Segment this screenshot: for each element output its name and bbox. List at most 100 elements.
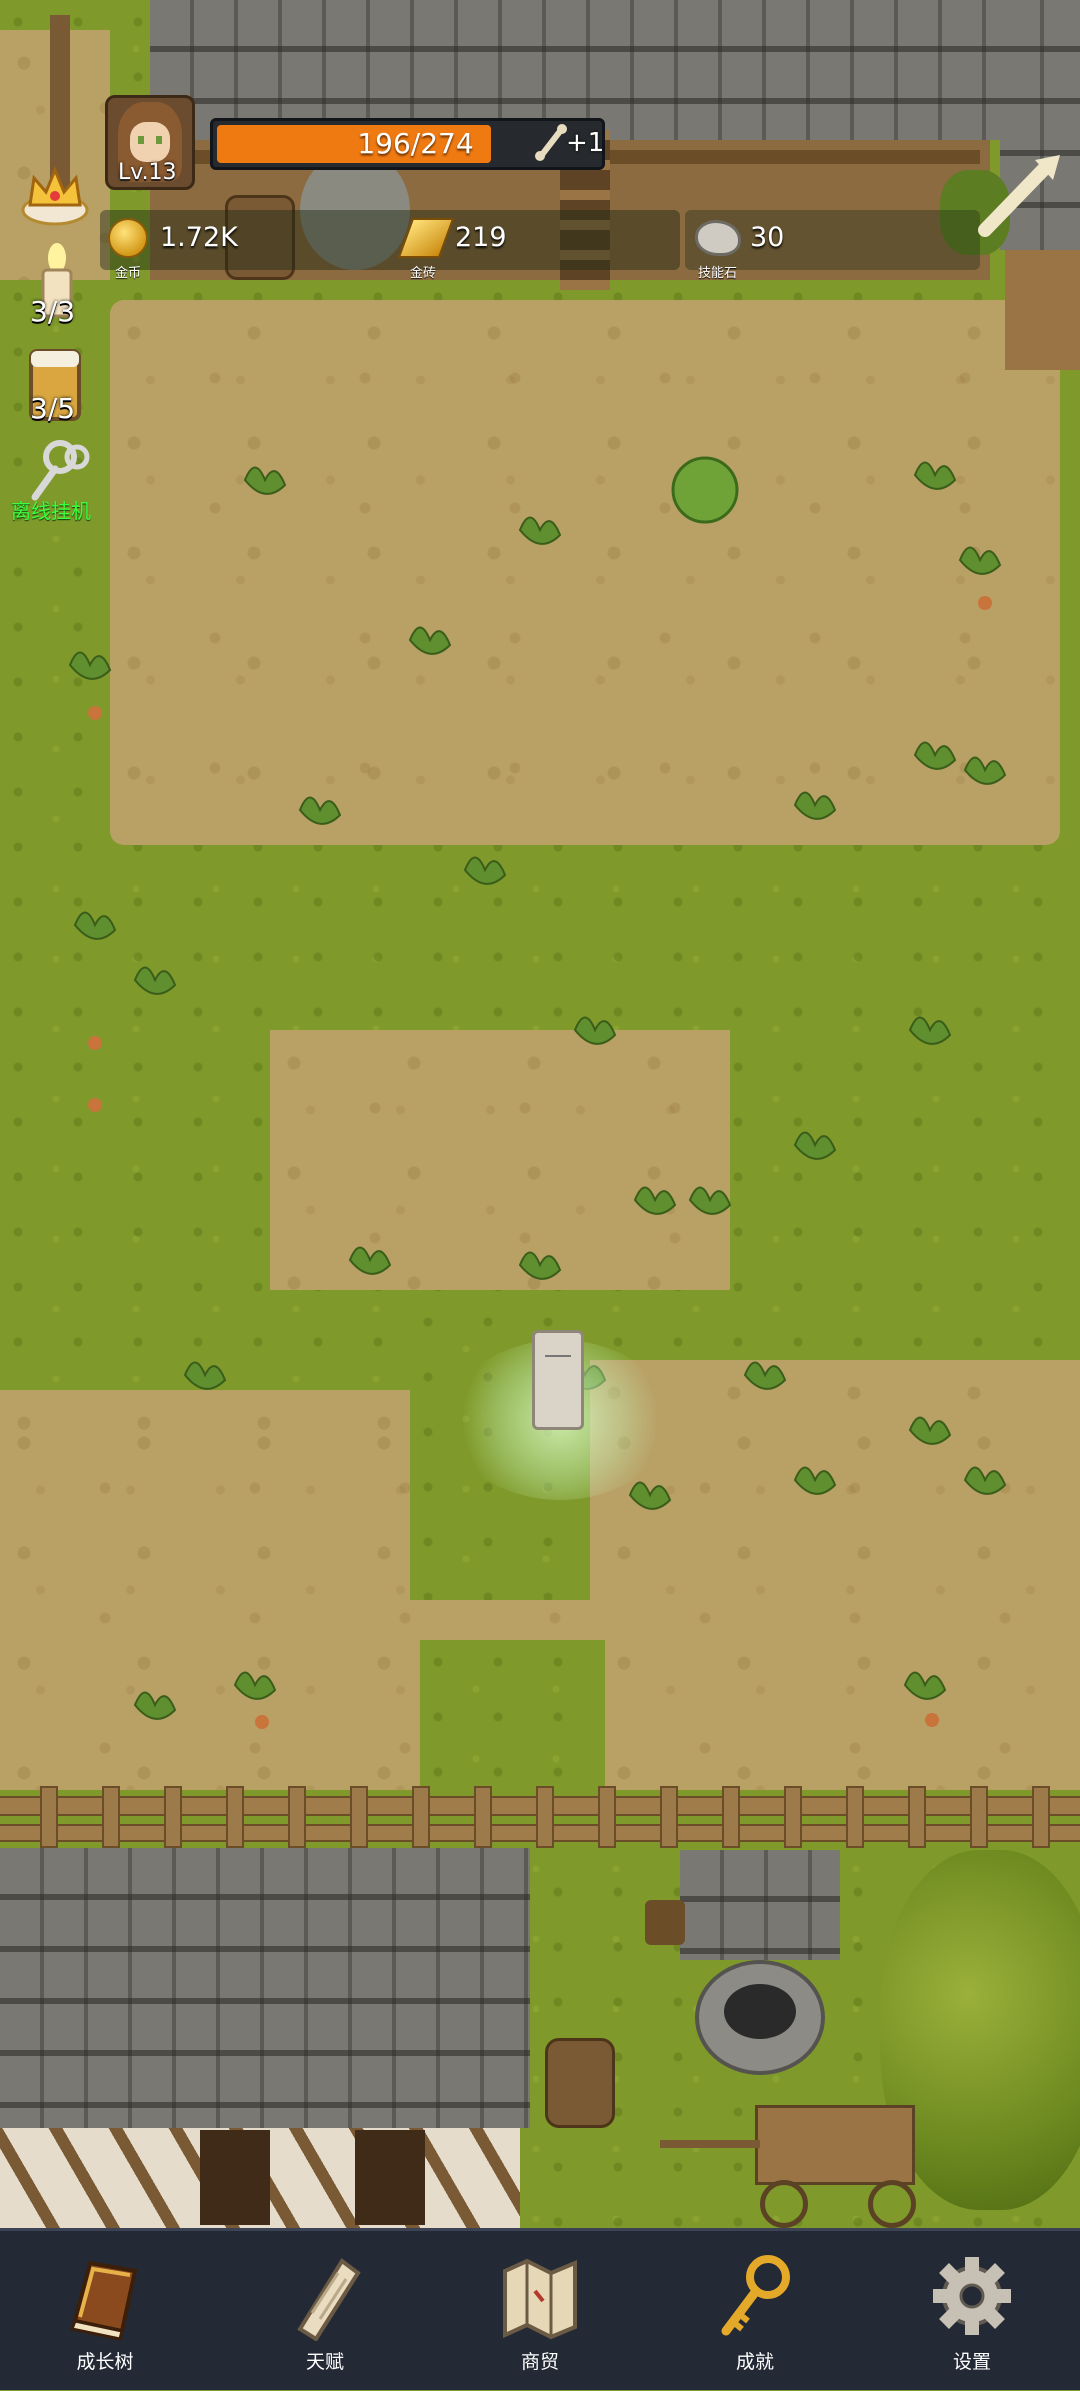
- plant: [903, 1671, 947, 1700]
- barrel: [545, 2038, 615, 2128]
- nav-label: 成长树: [76, 2351, 134, 2373]
- plant: [793, 1131, 837, 1160]
- plant: [243, 466, 287, 495]
- fence-post: [288, 1786, 306, 1848]
- fence-post: [474, 1786, 492, 1848]
- plant: [633, 1186, 677, 1215]
- book-icon: [69, 2260, 138, 2341]
- skill-stone-label: 技能石: [698, 266, 738, 281]
- fence-post: [660, 1786, 678, 1848]
- idle-label: 离线挂机: [11, 499, 91, 523]
- carrot: [255, 1715, 269, 1729]
- gold-value: 1.72K: [160, 222, 238, 253]
- fence-post: [846, 1786, 864, 1848]
- fence-post: [40, 1786, 58, 1848]
- gold-brick-value: 219: [455, 222, 507, 253]
- plant: [908, 1016, 952, 1045]
- fence-post: [1032, 1786, 1050, 1848]
- cart-wheel: [868, 2180, 916, 2228]
- plant: [183, 1361, 227, 1390]
- well-hole: [724, 1984, 796, 2039]
- gold-brick-label: 金砖: [410, 266, 437, 281]
- plant: [688, 1186, 732, 1215]
- fence-post: [412, 1786, 430, 1848]
- player-level: Lv.13: [118, 160, 177, 185]
- map-icon: [503, 2258, 577, 2340]
- skill-stone-icon: [695, 220, 741, 256]
- beer-count: 3/5: [30, 392, 76, 425]
- nav-label: 设置: [952, 2351, 991, 2373]
- plant: [408, 626, 452, 655]
- plant: [348, 1246, 392, 1275]
- window: [355, 2130, 425, 2225]
- bottom-nav: 成长树 天赋 商贸 成就 设置: [0, 2228, 1080, 2390]
- gold-label: 金币: [115, 266, 142, 281]
- crown-button[interactable]: [20, 160, 90, 226]
- wooden-cart: [755, 2105, 915, 2185]
- idle-button[interactable]: 离线挂机: [11, 435, 105, 525]
- well-roof: [680, 1850, 840, 1960]
- skill-stone-value: 30: [750, 222, 785, 253]
- fence-post: [784, 1786, 802, 1848]
- gold-coin-icon: [108, 218, 148, 258]
- key-icon: [721, 2255, 790, 2336]
- horn-icon[interactable]: [975, 150, 1065, 240]
- plant: [963, 756, 1007, 785]
- carrot: [925, 1713, 939, 1727]
- carrot: [88, 1036, 102, 1050]
- cart-handle: [660, 2140, 760, 2148]
- plant: [793, 791, 837, 820]
- player-eyes: [545, 1355, 571, 1367]
- plant: [958, 546, 1002, 575]
- plant: [133, 966, 177, 995]
- plant: [963, 1466, 1007, 1495]
- plant: [73, 911, 117, 940]
- plant: [233, 1671, 277, 1700]
- avatar-face: [130, 122, 170, 162]
- nav-talent[interactable]: 天赋: [250, 2231, 390, 2391]
- plant: [743, 1361, 787, 1390]
- game-world[interactable]: [0, 0, 1080, 2228]
- nav-growth-tree[interactable]: 成长树: [30, 2231, 170, 2391]
- plant: [573, 1016, 617, 1045]
- plant: [68, 651, 112, 680]
- bucket: [645, 1900, 685, 1945]
- fence-post: [350, 1786, 368, 1848]
- plant: [908, 1416, 952, 1445]
- fence-post: [908, 1786, 926, 1848]
- cabbage: [671, 456, 739, 524]
- fence-post: [598, 1786, 616, 1848]
- building-roof-bottom: [0, 1848, 530, 2128]
- nav-label: 成就: [735, 2351, 774, 2373]
- nav-settings[interactable]: 设置: [897, 2231, 1037, 2391]
- carrot: [88, 1098, 102, 1112]
- player-character[interactable]: [532, 1330, 584, 1430]
- fence-post: [970, 1786, 988, 1848]
- plant: [518, 516, 562, 545]
- avatar-eye: [156, 136, 162, 144]
- carrot: [88, 706, 102, 720]
- plant: [913, 461, 957, 490]
- crown-icon: [21, 166, 89, 226]
- plant: [298, 796, 342, 825]
- bone-icon: [535, 124, 567, 161]
- plant: [518, 1251, 562, 1280]
- nav-label: 商贸: [520, 2351, 559, 2373]
- plant: [793, 1466, 837, 1495]
- plant: [463, 856, 507, 885]
- cart-wheel: [760, 2180, 808, 2228]
- plant: [628, 1481, 672, 1510]
- gear-icon: [933, 2257, 1011, 2335]
- well[interactable]: [695, 1960, 825, 2075]
- nav-trade[interactable]: 商贸: [465, 2231, 605, 2391]
- fence-post: [226, 1786, 244, 1848]
- nav-label: 天赋: [305, 2351, 344, 2373]
- carrot: [978, 596, 992, 610]
- hp-bonus: +1: [566, 128, 605, 158]
- candle-count: 3/3: [30, 295, 76, 328]
- plant: [133, 1691, 177, 1720]
- fence-post: [536, 1786, 554, 1848]
- fence-post: [164, 1786, 182, 1848]
- fence-post: [722, 1786, 740, 1848]
- nav-achievement[interactable]: 成就: [680, 2231, 820, 2391]
